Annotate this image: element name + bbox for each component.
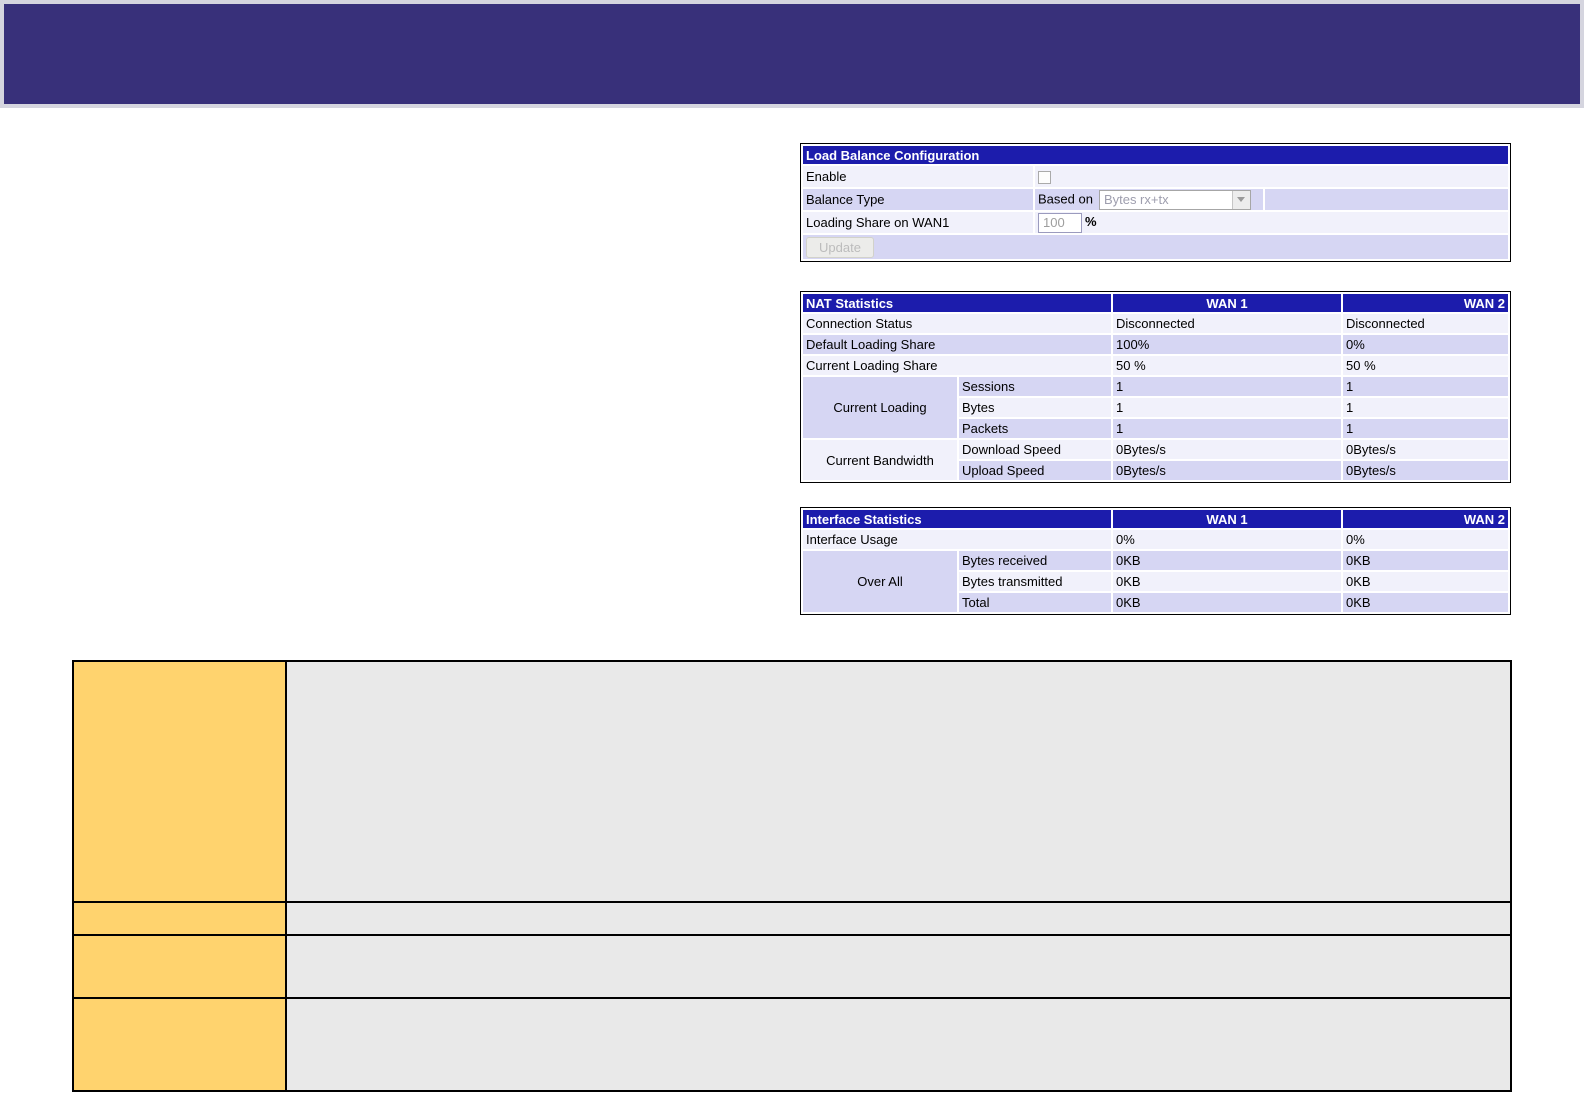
interface-usage-wan1: 0%: [1113, 530, 1342, 549]
table-row: Default Loading Share 100% 0%: [803, 335, 1508, 354]
connection-status-wan1: Disconnected: [1113, 314, 1342, 333]
total-label: Total: [959, 593, 1112, 612]
current-loading-group-label: Current Loading: [803, 377, 957, 438]
download-speed-wan2: 0Bytes/s: [1343, 440, 1508, 459]
bytes-wan1: 1: [1113, 398, 1342, 417]
enable-checkbox[interactable]: [1038, 171, 1051, 185]
table-row: Current Loading Share 50 % 50 %: [803, 356, 1508, 375]
table-row: Current Loading Sessions 1 1: [803, 377, 1508, 438]
table-row: Interface Usage 0% 0%: [803, 530, 1508, 549]
chevron-down-icon: [1231, 190, 1250, 209]
bytes-transmitted-wan1: 0KB: [1113, 572, 1342, 591]
help-term-cell: [72, 901, 287, 936]
update-row: Update: [803, 235, 1508, 259]
current-loading-share-wan1: 50 %: [1113, 356, 1342, 375]
over-all-group-label: Over All: [803, 551, 957, 612]
interface-wan2-header: WAN 2: [1343, 510, 1508, 528]
enable-cell: [1035, 166, 1508, 187]
connection-status-label: Connection Status: [803, 314, 1112, 333]
interface-statistics-table: Interface Statistics WAN 1 WAN 2 Interfa…: [800, 507, 1511, 615]
help-description-cell: [285, 934, 1512, 999]
router-admin-page: Load Balance Configuration Enable Balanc…: [0, 0, 1584, 1094]
bytes-received-wan2: 0KB: [1343, 551, 1508, 570]
nat-wan1-header: WAN 1: [1113, 294, 1342, 312]
total-wan2: 0KB: [1343, 593, 1508, 612]
update-button[interactable]: Update: [806, 236, 874, 258]
download-speed-label: Download Speed: [959, 440, 1112, 459]
bytes-transmitted-label: Bytes transmitted: [959, 572, 1112, 591]
balance-type-selected-value: Bytes rx+tx: [1103, 192, 1169, 207]
connection-status-wan2: Disconnected: [1343, 314, 1508, 333]
loading-share-label: Loading Share on WAN1: [803, 212, 1033, 233]
loading-share-input[interactable]: 100: [1038, 212, 1082, 233]
help-description-cell: [285, 997, 1512, 1092]
table-row: Over All Bytes received 0KB 0KB: [803, 551, 1508, 612]
nat-statistics-title: NAT Statistics: [803, 294, 1112, 312]
table-row: [72, 660, 1512, 903]
table-row: [72, 901, 1512, 936]
default-loading-share-wan1: 100%: [1113, 335, 1342, 354]
sessions-wan1: 1: [1113, 377, 1342, 396]
bytes-transmitted-wan2: 0KB: [1343, 572, 1508, 591]
enable-label: Enable: [803, 166, 1033, 187]
table-row: Current Bandwidth Download Speed 0Bytes/…: [803, 440, 1508, 480]
interface-usage-wan2: 0%: [1343, 530, 1508, 549]
balance-type-cell: Based on Bytes rx+tx: [1035, 189, 1263, 210]
total-wan1: 0KB: [1113, 593, 1342, 612]
packets-wan2: 1: [1343, 419, 1508, 438]
load-balance-config-table: Load Balance Configuration Enable Balanc…: [800, 143, 1511, 262]
sessions-label: Sessions: [959, 377, 1112, 396]
download-speed-wan1: 0Bytes/s: [1113, 440, 1342, 459]
table-row: [72, 997, 1512, 1092]
bytes-received-label: Bytes received: [959, 551, 1112, 570]
upload-speed-wan2: 0Bytes/s: [1343, 461, 1508, 480]
balance-type-spacer-cell: [1265, 189, 1508, 210]
interface-wan1-header: WAN 1: [1113, 510, 1342, 528]
table-row: [72, 934, 1512, 999]
top-banner: [0, 0, 1584, 108]
nat-wan2-header: WAN 2: [1343, 294, 1508, 312]
help-term-cell: [72, 660, 287, 903]
current-loading-share-wan2: 50 %: [1343, 356, 1508, 375]
upload-speed-wan1: 0Bytes/s: [1113, 461, 1342, 480]
balance-type-select[interactable]: Bytes rx+tx: [1098, 189, 1251, 210]
panels-column: Load Balance Configuration Enable Balanc…: [800, 143, 1511, 615]
based-on-label: Based on: [1038, 190, 1093, 206]
current-bandwidth-group-label: Current Bandwidth: [803, 440, 957, 480]
balance-type-label: Balance Type: [803, 189, 1033, 210]
help-description-cell: [285, 660, 1512, 903]
table-row: Connection Status Disconnected Disconnec…: [803, 314, 1508, 333]
packets-label: Packets: [959, 419, 1112, 438]
nat-statistics-table: NAT Statistics WAN 1 WAN 2 Connection St…: [800, 291, 1511, 483]
interface-statistics-title: Interface Statistics: [803, 510, 1112, 528]
load-balance-config-title: Load Balance Configuration: [803, 146, 1508, 164]
percent-sign: %: [1085, 213, 1097, 229]
help-term-cell: [72, 997, 287, 1092]
packets-wan1: 1: [1113, 419, 1342, 438]
bytes-received-wan1: 0KB: [1113, 551, 1342, 570]
bytes-label: Bytes: [959, 398, 1112, 417]
help-table: [72, 660, 1512, 1092]
current-loading-share-label: Current Loading Share: [803, 356, 1112, 375]
default-loading-share-wan2: 0%: [1343, 335, 1508, 354]
default-loading-share-label: Default Loading Share: [803, 335, 1112, 354]
loading-share-cell: 100%: [1035, 212, 1508, 233]
help-description-cell: [285, 901, 1512, 936]
upload-speed-label: Upload Speed: [959, 461, 1112, 480]
interface-usage-label: Interface Usage: [803, 530, 1112, 549]
help-term-cell: [72, 934, 287, 999]
sessions-wan2: 1: [1343, 377, 1508, 396]
bytes-wan2: 1: [1343, 398, 1508, 417]
